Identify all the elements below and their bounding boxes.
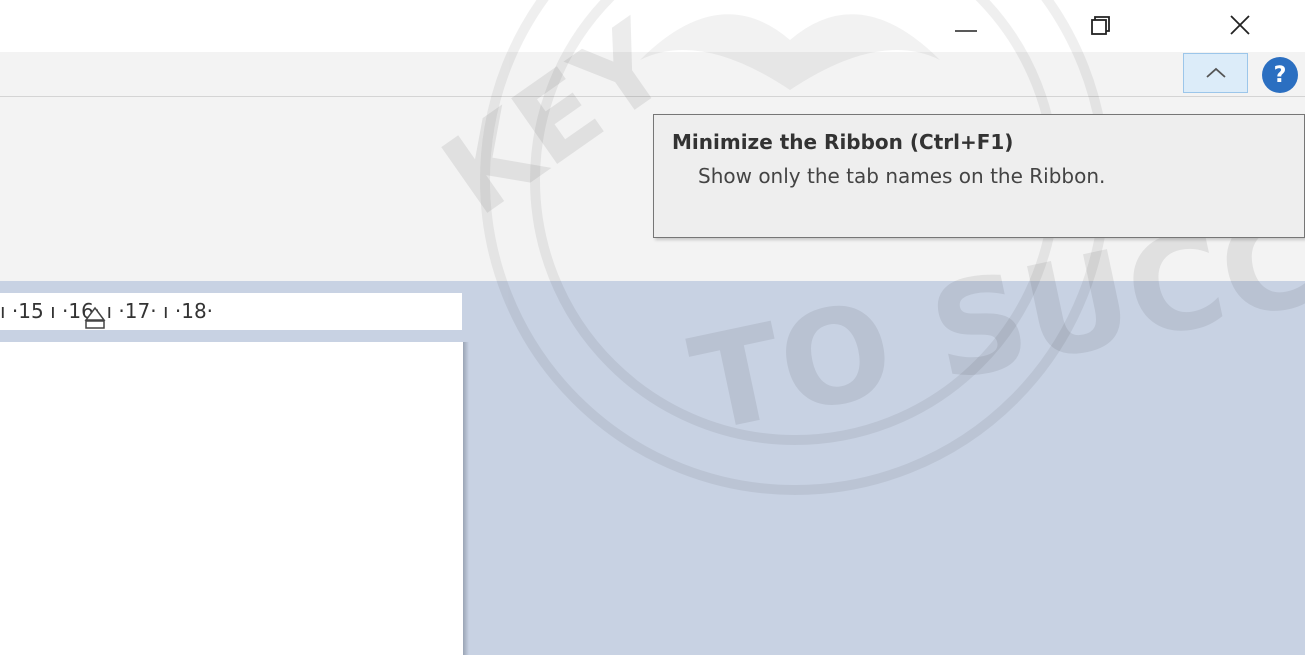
collapse-ribbon-button[interactable]: [1183, 53, 1248, 93]
restore-icon: [1091, 16, 1110, 35]
ribbon-divider: [0, 96, 1305, 97]
minimize-icon: [955, 30, 977, 32]
page-shadow: [463, 342, 469, 655]
ribbon-tooltip: Minimize the Ribbon (Ctrl+F1) Show only …: [653, 114, 1305, 238]
minimize-button[interactable]: [936, 6, 996, 46]
help-button[interactable]: ?: [1262, 57, 1298, 93]
close-icon: [1230, 15, 1250, 35]
chevron-up-icon: [1205, 67, 1226, 78]
document-page[interactable]: [0, 342, 463, 655]
close-button[interactable]: [1210, 6, 1270, 46]
indent-marker-icon[interactable]: [82, 300, 108, 334]
restore-button[interactable]: [1070, 6, 1130, 46]
title-bar: [0, 0, 1305, 52]
help-icon: ?: [1273, 62, 1287, 88]
horizontal-ruler[interactable]: ı ·15 ı ·16· ı ·17· ı ·18·: [0, 282, 488, 342]
tooltip-description: Show only the tab names on the Ribbon.: [698, 164, 1106, 188]
tooltip-title: Minimize the Ribbon (Ctrl+F1): [672, 130, 1014, 154]
